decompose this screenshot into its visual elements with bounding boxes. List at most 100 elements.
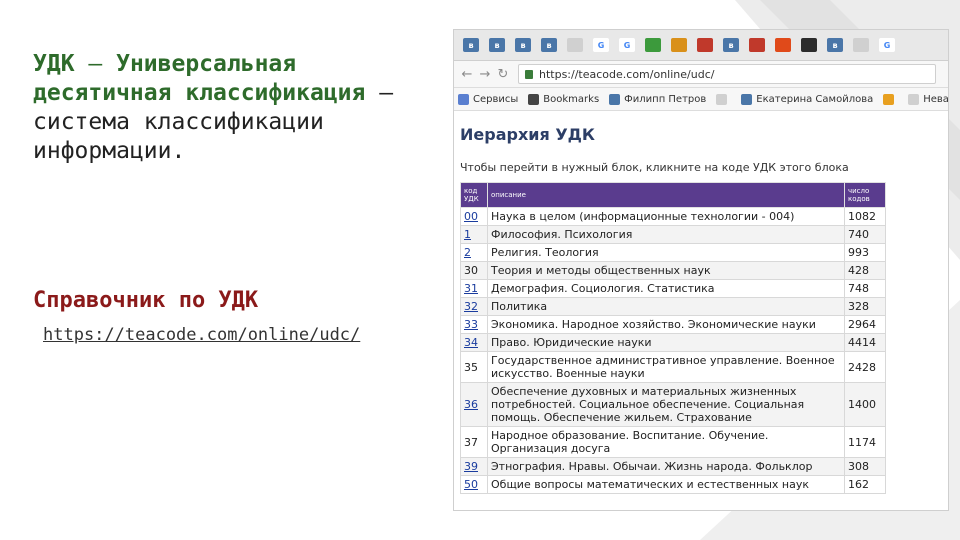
page-icon[interactable] (567, 38, 583, 52)
red-icon[interactable] (697, 38, 713, 52)
address-bar: ← → ↻ https://teacode.com/online/udc/ (454, 61, 948, 88)
page-icon[interactable] (853, 38, 869, 52)
google-icon[interactable]: G (619, 38, 635, 52)
vk-icon[interactable]: в (541, 38, 557, 52)
table-row: 31 Демография. Социология. Статистика 748 (460, 279, 886, 298)
udc-code-count: 428 (844, 261, 886, 280)
green-icon[interactable] (645, 38, 661, 52)
bookmark-item[interactable] (883, 93, 898, 105)
bookmark-label: Екатерина Самойлова (756, 93, 874, 105)
udc-description: Государственное административное управле… (487, 351, 845, 383)
bookmark-item[interactable]: Екатерина Самойлова (741, 93, 874, 105)
udc-code-link[interactable]: 30 (460, 261, 488, 280)
vk-icon[interactable]: в (489, 38, 505, 52)
google-icon[interactable]: G (593, 38, 609, 52)
udc-code-count: 328 (844, 297, 886, 316)
table-row: 2 Религия. Теология 993 (460, 243, 886, 262)
title-rest: система классификации информации. (33, 109, 324, 164)
url-text: https://teacode.com/online/udc/ (539, 67, 715, 81)
udc-code-link[interactable]: 33 (460, 315, 488, 334)
table-row: 32 Политика 328 (460, 297, 886, 316)
udc-code-count: 1082 (844, 207, 886, 226)
apps-icon (458, 93, 469, 105)
bookmark-item[interactable] (716, 93, 731, 105)
back-icon[interactable]: ← (458, 67, 476, 82)
browser-screenshot: ввввGGввG ← → ↻ https://teacode.com/onli… (454, 30, 948, 510)
lock-icon (525, 69, 533, 79)
google-icon[interactable]: G (879, 38, 895, 52)
bookmark-item[interactable]: Bookmarks (528, 93, 600, 105)
table-header-row: код УДК описание число кодов (460, 182, 886, 208)
bookmark-label: Нева Г (923, 93, 948, 105)
bookmark-label: Bookmarks (543, 93, 600, 105)
udc-code-link[interactable]: 31 (460, 279, 488, 298)
table-row: 33 Экономика. Народное хозяйство. Экономи… (460, 315, 886, 334)
reference-label: Справочник по УДК (33, 288, 259, 313)
table-row: 50 Общие вопросы математических и естеств… (460, 475, 886, 494)
bookmark-label: Филипп Петров (624, 93, 707, 105)
udc-code-count: 748 (844, 279, 886, 298)
udc-code-link[interactable]: 50 (460, 475, 488, 494)
header-count: число кодов (844, 182, 886, 208)
url-field[interactable]: https://teacode.com/online/udc/ (518, 64, 936, 84)
vk-icon[interactable]: в (515, 38, 531, 52)
page-icon (716, 93, 728, 105)
slide-title: УДК – Универсальная десятичная классифик… (33, 50, 443, 166)
udc-code-link[interactable]: 34 (460, 333, 488, 352)
udc-code-link[interactable]: 1 (460, 225, 488, 244)
udc-code-count: 1174 (844, 426, 886, 458)
udc-description: Экономика. Народное хозяйство. Экономиче… (487, 315, 845, 334)
udc-code-link[interactable]: 2 (460, 243, 488, 262)
forward-icon[interactable]: → (476, 67, 494, 82)
slide-text: УДК – Универсальная десятичная классифик… (33, 50, 443, 166)
udc-code-count: 4414 (844, 333, 886, 352)
udc-description: Политика (487, 297, 845, 316)
udc-description: Наука в целом (информационные технологии… (487, 207, 845, 226)
udc-code-link[interactable]: 32 (460, 297, 488, 316)
page-icon (908, 93, 920, 105)
table-row: 34 Право. Юридические науки 4414 (460, 333, 886, 352)
red-icon[interactable] (749, 38, 765, 52)
orange-icon[interactable] (671, 38, 687, 52)
vk-icon (609, 93, 621, 105)
star-icon (528, 93, 540, 105)
table-row: 00 Наука в целом (информационные технолог… (460, 207, 886, 226)
reload-icon[interactable]: ↻ (494, 67, 512, 82)
header-code: код УДК (460, 182, 488, 208)
udc-code-link[interactable]: 36 (460, 382, 488, 427)
udc-code-count: 993 (844, 243, 886, 262)
udc-description: Право. Юридические науки (487, 333, 845, 352)
title-term: УДК (33, 51, 75, 77)
udc-code-link[interactable]: 35 (460, 351, 488, 383)
pacman-icon[interactable] (775, 38, 791, 52)
udc-description: Общие вопросы математических и естествен… (487, 475, 845, 494)
table-row: 35 Государственное административное управ… (460, 351, 886, 383)
udc-code-count: 2964 (844, 315, 886, 334)
dark-icon[interactable] (801, 38, 817, 52)
title-dash: – (74, 51, 117, 77)
header-desc: описание (487, 182, 845, 208)
vk-icon[interactable]: в (723, 38, 739, 52)
page-title: Иерархия УДК (460, 125, 595, 144)
reference-link[interactable]: https://teacode.com/online/udc/ (43, 325, 360, 345)
bookmark-item[interactable]: Филипп Петров (609, 93, 707, 105)
page-hint: Чтобы перейти в нужный блок, кликните на… (460, 161, 849, 174)
table-row: 36 Обеспечение духовных и материальных жи… (460, 382, 886, 427)
udc-description: Теория и методы общественных наук (487, 261, 845, 280)
bookmark-item[interactable]: Нева Г (908, 93, 948, 105)
udc-code-link[interactable]: 00 (460, 207, 488, 226)
table-row: 1 Философия. Психология 740 (460, 225, 886, 244)
tab-strip: ввввGGввG (454, 30, 948, 61)
bookmarks-bar: Сервисы Bookmarks Филипп Петров Екатерина С… (454, 88, 948, 111)
udc-code-link[interactable]: 37 (460, 426, 488, 458)
udc-table: код УДК описание число кодов 00 Наука в ц… (460, 182, 886, 494)
bookmark-label: Сервисы (473, 93, 519, 105)
vk-icon[interactable]: в (827, 38, 843, 52)
udc-code-link[interactable]: 39 (460, 457, 488, 476)
udc-description: Философия. Психология (487, 225, 845, 244)
vk-icon[interactable]: в (463, 38, 479, 52)
udc-description: Народное образование. Воспитание. Обучен… (487, 426, 845, 458)
udc-code-count: 2428 (844, 351, 886, 383)
bookmark-item[interactable]: Сервисы (458, 93, 519, 105)
orange-icon (883, 93, 895, 105)
